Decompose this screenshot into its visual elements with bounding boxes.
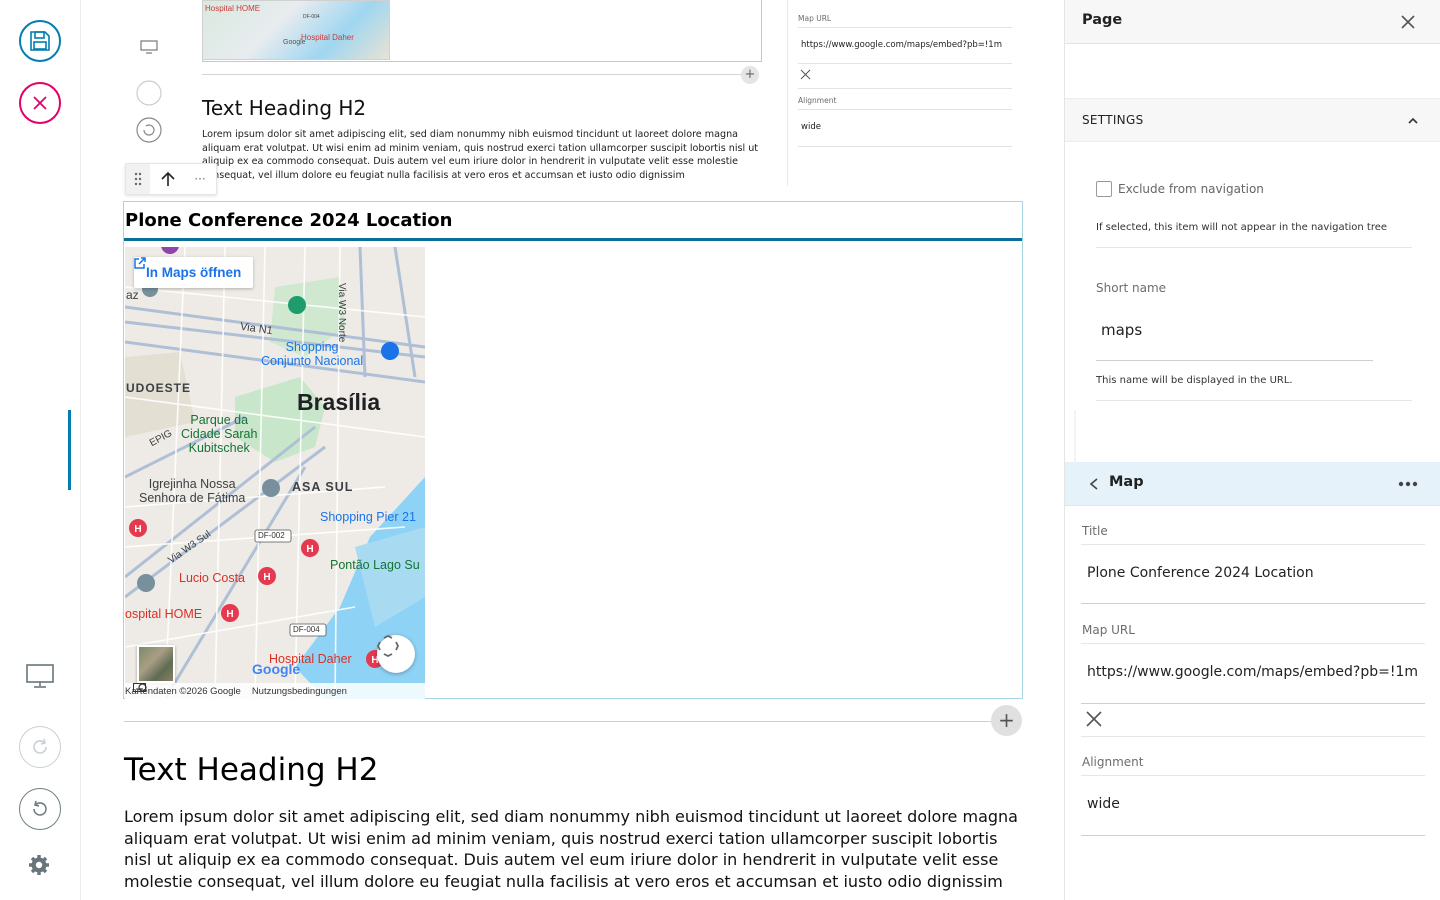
divider	[1081, 544, 1425, 545]
undo-icon	[33, 800, 47, 816]
close-icon[interactable]	[1397, 11, 1419, 33]
map-label-via-w3-norte: Via W3 Norte	[336, 283, 347, 343]
map-block-title: Plone Conference 2024 Location	[125, 210, 453, 231]
divider	[1081, 736, 1425, 737]
map-url-underline	[1081, 703, 1425, 704]
divider	[1096, 247, 1412, 248]
svg-text:H: H	[306, 544, 313, 555]
arrow-up-icon	[161, 171, 175, 186]
monitor-icon[interactable]	[24, 662, 56, 690]
block-more-button[interactable]: ···	[186, 164, 214, 194]
short-name-label: Short name	[1096, 281, 1167, 295]
preview-add-button: +	[741, 66, 759, 84]
map-label-df004: DF-004	[293, 625, 320, 634]
move-up-button[interactable]	[150, 164, 186, 194]
undo-button[interactable]	[19, 788, 61, 830]
svg-text:H: H	[134, 524, 141, 535]
map-terms-link[interactable]: Nutzungsbedingungen	[252, 686, 347, 697]
text-heading[interactable]: Text Heading H2	[124, 752, 378, 788]
left-toolbar	[0, 0, 81, 900]
title-field-input[interactable]: Plone Conference 2024 Location	[1087, 565, 1425, 581]
save-button[interactable]	[19, 20, 61, 62]
map-embed[interactable]: HHH HH In Maps öffnen Via W3 Norte Via N…	[125, 247, 425, 699]
open-in-maps-link[interactable]: In Maps öffnen	[134, 257, 254, 288]
divider	[1081, 775, 1425, 776]
exclude-navigation-label[interactable]: Exclude from navigation	[1118, 182, 1264, 196]
preview-sidebar: Map URL https://www.google.com/maps/embe…	[787, 0, 1030, 186]
cancel-icon	[33, 96, 47, 110]
sidebar-header: Page	[1065, 0, 1440, 44]
redo-icon	[136, 80, 162, 106]
map-canvas: HHH HH	[125, 247, 425, 699]
sidebar-scroll-indicator	[1074, 410, 1076, 462]
title-field-label: Title	[1082, 524, 1108, 538]
settings-accordion[interactable]: SETTINGS	[1065, 98, 1440, 142]
map-label-df002: DF-002	[258, 531, 285, 540]
short-name-input[interactable]: maps	[1101, 321, 1142, 339]
sidebar-title: Page	[1082, 12, 1123, 28]
map-label-az: az	[126, 288, 139, 302]
alignment-underline	[1081, 835, 1425, 836]
map-label-hospital-home: ospital HOME	[125, 607, 203, 621]
add-block-button[interactable]: +	[991, 705, 1022, 736]
undo-icon	[136, 117, 162, 143]
satellite-toggle[interactable]	[137, 645, 175, 683]
external-link-icon	[134, 257, 146, 269]
cancel-button[interactable]	[19, 82, 61, 124]
map-label-shopping-conjunto: Shopping Conjunto Nacional	[261, 340, 364, 368]
background-editor-preview: Hospital HOME Hospital Daher Google DF-0…	[120, 0, 1030, 190]
chevron-up-icon	[1408, 117, 1418, 124]
fullscreen-icon	[377, 635, 399, 657]
chevron-left-icon[interactable]	[1087, 476, 1101, 492]
save-icon	[30, 31, 50, 51]
map-label-igrejinha: Igrejinha Nossa Senhora de Fátima	[139, 477, 246, 505]
preview-map-image: Hospital HOME Hospital Daher Google DF-0…	[202, 0, 390, 60]
sidebar: Page SETTINGS Exclude from navigation If…	[1064, 0, 1440, 900]
alignment-field-label: Alignment	[1082, 755, 1144, 769]
clear-url-icon[interactable]	[1085, 710, 1103, 728]
exclude-navigation-checkbox[interactable]	[1096, 181, 1112, 197]
map-label-lucio: Lucio Costa	[179, 571, 246, 585]
svg-text:H: H	[263, 572, 270, 583]
svg-text:H: H	[226, 609, 233, 620]
preview-separator	[202, 74, 747, 75]
short-name-underline	[1096, 360, 1373, 361]
map-block[interactable]: Plone Conference 2024 Location H H H H H…	[123, 201, 1023, 699]
redo-icon	[33, 738, 47, 754]
title-underline	[1081, 603, 1425, 604]
block-settings-header: Map	[1065, 462, 1440, 506]
monitor-icon	[140, 40, 158, 54]
map-label-asa-sul: ASA SUL	[292, 480, 354, 494]
map-label-shopping-pier: Shopping Pier 21	[320, 510, 416, 524]
alignment-field-value[interactable]: wide	[1087, 796, 1120, 812]
divider	[1096, 400, 1412, 401]
settings-label: SETTINGS	[1082, 113, 1144, 127]
map-label-parque: Parque da Cidade Sarah Kubitschek	[181, 413, 258, 455]
map-url-field-label: Map URL	[1082, 623, 1135, 637]
map-label-brasilia: Brasília	[297, 389, 381, 415]
map-label-udoeste: UDOESTE	[126, 381, 192, 395]
report-icon[interactable]	[138, 683, 147, 692]
redo-button[interactable]	[19, 726, 61, 768]
short-name-help: This name will be displayed in the URL.	[1096, 375, 1293, 386]
exclude-navigation-help: If selected, this item will not appear i…	[1096, 222, 1388, 233]
preview-heading: Text Heading H2	[202, 96, 367, 120]
map-label-pontao: Pontão Lago Su	[330, 558, 420, 572]
preview-paragraph: Lorem ipsum dolor sit amet adipiscing el…	[202, 129, 759, 181]
block-settings-title: Map	[1109, 474, 1144, 490]
google-logo: Google	[252, 661, 301, 677]
divider	[1081, 643, 1425, 644]
drag-handle[interactable]	[126, 164, 150, 194]
text-paragraph[interactable]: Lorem ipsum dolor sit amet adipiscing el…	[124, 806, 1024, 892]
gear-icon[interactable]	[26, 852, 52, 878]
fullscreen-button[interactable]	[377, 635, 415, 673]
map-footer: Kartendaten ©2026 Google Nutzungsbedingu…	[125, 683, 425, 699]
map-url-field-input[interactable]: https://www.google.com/maps/embed?pb=!1m	[1087, 664, 1425, 680]
drag-handle-icon	[134, 172, 142, 186]
block-toolbar: ···	[125, 163, 217, 195]
toolbar-scroll-indicator	[68, 410, 71, 490]
more-icon[interactable]	[1397, 480, 1419, 488]
block-separator	[124, 721, 992, 722]
title-underline	[124, 238, 1022, 241]
